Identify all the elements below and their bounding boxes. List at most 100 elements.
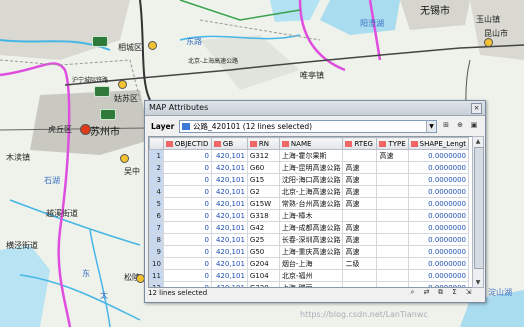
row-number[interactable]: 11 [149,269,164,282]
close-icon[interactable]: × [471,103,482,114]
row-number[interactable]: 3 [149,173,164,186]
table-cell[interactable]: 高速 [342,161,378,174]
table-row[interactable]: 11 0 420,101 G104 北京-福州 0.0000000 [149,269,470,282]
layer-dropdown[interactable]: 公路_420101 (12 lines selected) ▼ [179,120,437,133]
table-cell[interactable]: 0 [162,221,212,234]
table-row[interactable]: 4 0 420,101 G2 北京-上海高速公路 高速 0.0000000 [149,185,470,198]
table-cell[interactable]: 0.0000000 [407,233,470,246]
zoom-selected-icon[interactable]: ⌕ [407,287,418,297]
table-cell[interactable] [376,209,409,222]
table-cell[interactable]: 420,101 [210,173,248,186]
clear-selection-icon[interactable]: ▣ [469,121,479,130]
table-row[interactable]: 2 0 420,101 G60 上海-昆明高速公路 高速 0.0000000 [149,161,470,174]
table-row[interactable]: 7 0 420,101 G42 上海-成都高速公路 高速 0.0000000 [149,221,470,234]
table-cell[interactable]: 上海-重庆高速公路 [278,245,344,258]
window-title-bar[interactable]: MAP Attributes × [145,101,485,116]
scroll-up-icon[interactable]: ▲ [473,137,483,146]
table-cell[interactable]: 0 [162,173,212,186]
table-cell[interactable]: G204 [246,257,280,270]
table-cell[interactable]: 烟台-上海 [278,257,344,270]
table-cell[interactable]: 0.0000000 [407,221,470,234]
table-cell[interactable]: 高速 [342,245,378,258]
table-cell[interactable]: G15 [246,173,280,186]
table-cell[interactable]: 0 [162,233,212,246]
table-cell[interactable]: 高速 [342,233,378,246]
table-cell[interactable]: 0.0000000 [407,197,470,210]
table-cell[interactable] [376,221,409,234]
column-header[interactable]: TYPE [376,137,409,150]
poi-marker[interactable] [118,80,127,89]
table-cell[interactable] [376,245,409,258]
table-row[interactable]: 10 0 420,101 G204 烟台-上海 二级 0.0000000 [149,257,470,270]
table-cell[interactable]: 上海-成都高速公路 [278,221,344,234]
row-number[interactable]: 8 [149,233,164,246]
table-cell[interactable]: G104 [246,269,280,282]
table-cell[interactable]: 0.0000000 [407,257,470,270]
column-header[interactable]: OBJECTID [162,137,212,150]
table-cell[interactable]: 420,101 [210,161,248,174]
table-cell[interactable]: 高速 [342,173,378,186]
table-cell[interactable]: 北京-福州 [278,269,344,282]
table-cell[interactable]: 0 [162,149,212,162]
table-cell[interactable]: 420,101 [210,257,248,270]
table-cell[interactable]: 0.0000000 [407,209,470,222]
attributes-window[interactable]: MAP Attributes × Layer 公路_420101 (12 lin… [144,100,486,303]
table-cell[interactable]: 0 [162,209,212,222]
layer-add-icon[interactable]: ⊞ [441,121,451,130]
row-number[interactable]: 7 [149,221,164,234]
table-row[interactable]: 9 0 420,101 G50 上海-重庆高速公路 高速 0.0000000 [149,245,470,258]
row-number[interactable]: 10 [149,257,164,270]
vertical-scrollbar[interactable]: ▲ ▼ [472,136,484,288]
poi-marker[interactable] [148,41,157,50]
table-row[interactable]: 3 0 420,101 G15 沈阳-海口高速公路 高速 0.0000000 [149,173,470,186]
table-cell[interactable]: G25 [246,233,280,246]
table-cell[interactable]: 常熟-台州高速公路 [278,197,344,210]
copy-icon[interactable]: ⧉ [435,287,446,297]
row-number[interactable]: 6 [149,209,164,222]
table-cell[interactable]: 420,101 [210,209,248,222]
table-cell[interactable]: G42 [246,221,280,234]
row-number[interactable]: 1 [149,149,164,162]
scroll-thumb[interactable] [474,147,484,269]
table-cell[interactable]: 0.0000000 [407,185,470,198]
table-cell[interactable]: 420,101 [210,233,248,246]
table-cell[interactable] [376,269,409,282]
table-cell[interactable]: 0 [162,197,212,210]
table-cell[interactable]: 0 [162,245,212,258]
row-number[interactable]: 9 [149,245,164,258]
table-cell[interactable] [342,149,378,162]
table-cell[interactable]: 0.0000000 [407,149,470,162]
table-cell[interactable]: 0 [162,185,212,198]
table-cell[interactable] [376,185,409,198]
table-cell[interactable] [376,173,409,186]
table-cell[interactable]: 沈阳-海口高速公路 [278,173,344,186]
table-cell[interactable] [342,209,378,222]
table-cell[interactable]: 0 [162,257,212,270]
row-number[interactable]: 12 [149,281,164,287]
chevron-down-icon[interactable]: ▼ [426,121,436,132]
table-cell[interactable]: 0.0000000 [407,269,470,282]
column-header[interactable]: GB [210,137,248,150]
table-cell[interactable]: G60 [246,161,280,174]
row-number[interactable]: 4 [149,185,164,198]
table-row[interactable]: 8 0 420,101 G25 长春-深圳高速公路 高速 0.0000000 [149,233,470,246]
table-cell[interactable]: 上海-霍尔果斯 [278,149,344,162]
table-cell[interactable]: 420,101 [210,185,248,198]
table-cell[interactable]: 上海-樟木 [278,209,344,222]
table-cell[interactable]: 二级 [342,257,378,270]
poi-marker[interactable] [120,154,129,163]
table-cell[interactable]: G50 [246,245,280,258]
attribute-grid[interactable]: OBJECTID GB RN NAME RTEG TYPE SHAPE_Leng… [149,137,470,287]
table-cell[interactable]: 0 [162,281,212,287]
table-cell[interactable]: 0.0000000 [407,173,470,186]
table-row[interactable]: 5 0 420,101 G15W 常熟-台州高速公路 高速 0.0000000 [149,197,470,210]
table-cell[interactable] [376,161,409,174]
table-cell[interactable]: 0 [162,269,212,282]
table-cell[interactable]: 高速 [342,221,378,234]
column-header[interactable]: SHAPE_Lengt [407,137,470,150]
table-cell[interactable]: 420,101 [210,245,248,258]
row-number[interactable]: 5 [149,197,164,210]
poi-marker[interactable] [484,38,493,47]
zoom-to-icon[interactable]: ⊕ [455,121,465,130]
table-row[interactable]: 6 0 420,101 G318 上海-樟木 0.0000000 [149,209,470,222]
